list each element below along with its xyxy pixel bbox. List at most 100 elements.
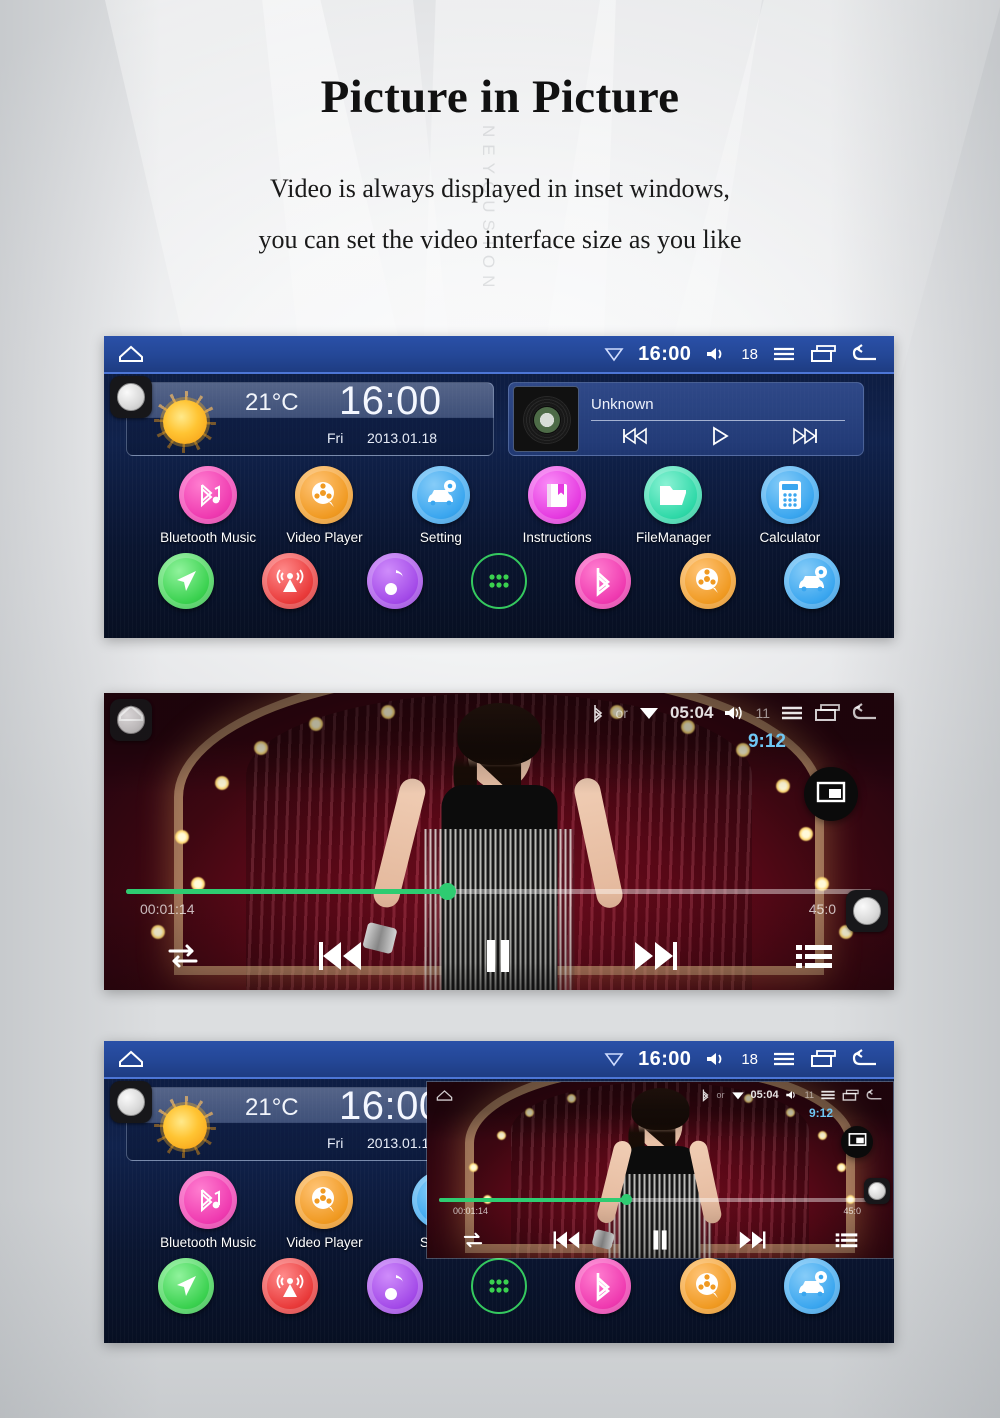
- page-header: Picture in Picture Video is always displ…: [0, 0, 1000, 265]
- app-filemanager[interactable]: FileManager: [615, 466, 731, 545]
- previous-track-icon[interactable]: [552, 1229, 582, 1251]
- hardware-knob-left[interactable]: [110, 699, 152, 741]
- back-icon[interactable]: [852, 703, 880, 723]
- app-label: Video Player: [286, 1235, 363, 1250]
- back-icon[interactable]: [866, 1088, 884, 1102]
- previous-track-icon[interactable]: [317, 938, 365, 974]
- pause-icon[interactable]: [649, 1228, 671, 1252]
- next-track-icon[interactable]: [737, 1229, 767, 1251]
- picture-in-picture-button[interactable]: [804, 767, 858, 821]
- repeat-icon[interactable]: [164, 940, 202, 972]
- radio-tower-icon[interactable]: [262, 1258, 319, 1314]
- elapsed-time: 00:01:14: [453, 1206, 489, 1216]
- car-gear-icon[interactable]: [783, 1258, 840, 1314]
- hardware-knob-right[interactable]: [864, 1178, 890, 1204]
- menu-icon[interactable]: [772, 345, 796, 363]
- video-progress[interactable]: 00:01:14 45:0: [439, 1194, 881, 1216]
- bluetooth-icon[interactable]: [700, 1088, 711, 1102]
- status-clock: 16:00: [638, 342, 692, 365]
- book-icon: [528, 466, 587, 524]
- hardware-knob-right[interactable]: [846, 890, 888, 932]
- next-track-icon[interactable]: [792, 427, 818, 445]
- previous-track-icon[interactable]: [622, 427, 648, 445]
- app-drawer-icon[interactable]: [470, 1258, 527, 1314]
- app-label: Setting: [419, 530, 462, 545]
- back-icon[interactable]: [852, 344, 880, 364]
- volume-level: 18: [741, 1050, 758, 1068]
- app-setting[interactable]: Setting: [383, 466, 499, 545]
- recent-apps-icon[interactable]: [814, 703, 842, 723]
- volume-icon[interactable]: [705, 1050, 727, 1068]
- app-video-player[interactable]: Video Player: [266, 466, 382, 545]
- bluetooth-icon[interactable]: [575, 1258, 632, 1314]
- bluetooth-state-label: or: [615, 705, 628, 721]
- widget-row: 21°C 16:00 Fri 2013.01.18 Unknown: [104, 374, 894, 456]
- app-label: Bluetooth Music: [160, 1235, 257, 1250]
- hardware-knob-left[interactable]: [110, 1081, 152, 1123]
- repeat-icon[interactable]: [461, 1230, 485, 1250]
- bluetooth-icon[interactable]: [590, 703, 606, 723]
- film-reel-icon[interactable]: [679, 1258, 736, 1314]
- bluetooth-music-icon: [179, 1171, 238, 1229]
- dock-bar: [104, 545, 894, 609]
- home-icon[interactable]: [436, 1089, 453, 1102]
- weather-widget[interactable]: 21°C 16:00 Fri 2013.01.18: [126, 382, 494, 456]
- car-gear-icon[interactable]: [783, 553, 840, 609]
- play-icon[interactable]: [709, 426, 731, 446]
- app-label: Video Player: [286, 530, 363, 545]
- menu-icon[interactable]: [772, 1050, 796, 1068]
- playlist-icon[interactable]: [834, 1231, 859, 1249]
- weather-date: 2013.01.18: [367, 430, 438, 446]
- wifi-icon[interactable]: [604, 346, 624, 362]
- app-label: Calculator: [759, 530, 821, 545]
- picture-in-picture-window[interactable]: or 05:04 11 9:12 00:01:14 45:0: [426, 1081, 894, 1259]
- next-track-icon[interactable]: [631, 938, 679, 974]
- wifi-icon[interactable]: [638, 705, 660, 721]
- home-icon[interactable]: [118, 1049, 144, 1069]
- radio-tower-icon[interactable]: [262, 553, 319, 609]
- app-bluetooth-music[interactable]: Bluetooth Music: [150, 466, 266, 545]
- navigation-arrow-icon[interactable]: [158, 1258, 215, 1314]
- music-note-icon[interactable]: [366, 553, 423, 609]
- pause-icon[interactable]: [480, 936, 516, 976]
- recent-apps-icon[interactable]: [810, 1049, 838, 1069]
- volume-icon[interactable]: [723, 704, 745, 722]
- volume-icon[interactable]: [705, 345, 727, 363]
- progress-track[interactable]: [439, 1194, 881, 1205]
- playlist-icon[interactable]: [794, 941, 834, 971]
- music-note-icon[interactable]: [366, 1258, 423, 1314]
- menu-icon[interactable]: [820, 1089, 836, 1101]
- progress-thumb[interactable]: [621, 1194, 633, 1205]
- app-bluetooth-music[interactable]: Bluetooth Music: [150, 1171, 266, 1250]
- android-home: 16:00 18 21°C 16:00: [104, 336, 894, 638]
- app-drawer-icon[interactable]: [470, 553, 527, 609]
- video-player: or 05:04 11 9:12 00:01:14 45:0: [104, 693, 894, 990]
- progress-track[interactable]: [126, 883, 872, 900]
- recent-apps-icon[interactable]: [810, 344, 838, 364]
- volume-icon[interactable]: [785, 1089, 799, 1101]
- film-reel-icon[interactable]: [679, 553, 736, 609]
- navigation-arrow-icon[interactable]: [158, 553, 215, 609]
- bluetooth-icon[interactable]: [575, 553, 632, 609]
- recent-apps-icon[interactable]: [842, 1089, 860, 1102]
- app-calculator[interactable]: Calculator: [732, 466, 848, 545]
- sun-icon: [154, 1096, 216, 1158]
- app-instructions[interactable]: Instructions: [499, 466, 615, 545]
- bluetooth-music-icon: [179, 466, 238, 524]
- back-icon[interactable]: [852, 1049, 880, 1069]
- bluetooth-state-label: or: [716, 1090, 725, 1100]
- video-status-bar: or 05:04 11: [427, 1082, 893, 1108]
- menu-icon[interactable]: [780, 704, 804, 722]
- app-video-player[interactable]: Video Player: [266, 1171, 382, 1250]
- music-widget[interactable]: Unknown: [508, 382, 864, 456]
- wifi-icon[interactable]: [731, 1090, 745, 1101]
- total-time: 45:0: [843, 1206, 861, 1216]
- video-progress[interactable]: 00:01:14 45:0: [126, 883, 872, 917]
- status-bar: 16:00 18: [104, 336, 894, 374]
- wifi-icon[interactable]: [604, 1051, 624, 1067]
- video-status-bar: or 05:04 11: [104, 693, 894, 733]
- home-icon[interactable]: [118, 344, 144, 364]
- progress-thumb[interactable]: [438, 883, 456, 900]
- picture-in-picture-button[interactable]: [841, 1126, 873, 1158]
- hardware-knob-left[interactable]: [110, 376, 152, 418]
